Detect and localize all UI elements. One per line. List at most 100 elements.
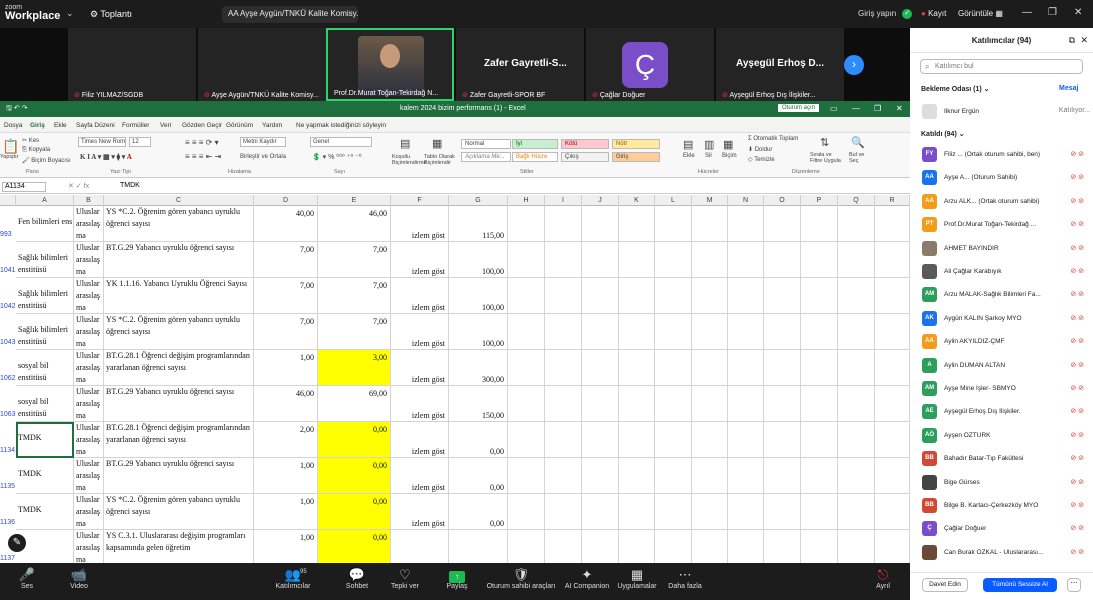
empty-cell[interactable]	[508, 422, 545, 458]
empty-cell[interactable]	[875, 494, 910, 530]
cell-b[interactable]: Uluslar arasılaş ma	[74, 278, 104, 314]
empty-cell[interactable]	[728, 242, 764, 278]
empty-cell[interactable]	[728, 206, 764, 242]
cell-f[interactable]: izlem göst	[391, 350, 449, 386]
empty-cell[interactable]	[582, 242, 619, 278]
empty-cell[interactable]	[508, 386, 545, 422]
empty-cell[interactable]	[582, 422, 619, 458]
column-header-F[interactable]: F	[391, 195, 449, 206]
column-header-L[interactable]: L	[655, 195, 692, 206]
cell-f[interactable]: izlem göst	[391, 458, 449, 494]
cell-e[interactable]: 0,00	[318, 458, 391, 494]
cell-d[interactable]: 46,00	[254, 386, 318, 422]
merge-center-button[interactable]: Birleştir ve Ortala	[240, 154, 286, 160]
participant-search-input[interactable]: ⌕ Katılımcı bul	[920, 59, 1083, 74]
participant-row[interactable]: BB Bilge B. Kartacı-Çerkezköy MYO ⊘ ⊘	[922, 497, 1090, 515]
close-icon[interactable]: ✕	[896, 104, 903, 113]
cell-a[interactable]: Sağlık bilimleri enstitüsü	[16, 278, 74, 314]
cell-d[interactable]: 7,00	[254, 278, 318, 314]
empty-cell[interactable]	[728, 386, 764, 422]
empty-cell[interactable]	[801, 422, 838, 458]
style-input[interactable]: Giriş	[612, 152, 660, 162]
row-number[interactable]: 1135	[0, 483, 16, 490]
bold-italic-underline-icons[interactable]: K I A ▾ ▦ ▾ ⧫ ▾ A	[80, 153, 132, 161]
cell-d[interactable]: 7,00	[254, 242, 318, 278]
cell-d[interactable]: 1,00	[254, 530, 318, 563]
participant-row[interactable]: AM Arzu MALAK-Sağlık Bilimleri Fa... ⊘ ⊘	[922, 286, 1090, 304]
empty-cell[interactable]	[764, 242, 801, 278]
empty-cell[interactable]	[545, 530, 582, 563]
close-icon[interactable]: ✕	[1074, 7, 1082, 18]
video-tile[interactable]: ⊘ Filiz YILMAZ/SGDB	[68, 28, 196, 101]
empty-cell[interactable]	[582, 494, 619, 530]
row-number[interactable]: 1062	[0, 375, 16, 382]
empty-cell[interactable]	[655, 494, 692, 530]
insert-cells-icon[interactable]: ▤	[683, 138, 693, 151]
toolbar-participants-button[interactable]: 👥 Katılımcılar 95	[258, 567, 328, 590]
participant-row[interactable]: AA Ayşe A... (Oturum Sahibi) ⊘ ⊘	[922, 169, 1090, 187]
empty-cell[interactable]	[692, 494, 728, 530]
cell-d[interactable]: 1,00	[254, 494, 318, 530]
empty-cell[interactable]	[692, 386, 728, 422]
cell-a[interactable]: Sağlık bilimleri enstitüsü	[16, 314, 74, 350]
participant-row[interactable]: AA Arzu ALK... (Ortak oturum sahibi) ⊘ ⊘	[922, 193, 1090, 211]
cell-c[interactable]: YS *C.2. Öğrenim gören yabancı uyruklu ö…	[104, 494, 254, 530]
empty-cell[interactable]	[801, 386, 838, 422]
empty-cell[interactable]	[619, 422, 655, 458]
video-tile-active-speaker[interactable]: Prof.Dr.Murat Toğan-Tekirdağ N...	[326, 28, 454, 101]
menu-6[interactable]: Gözden Geçir	[182, 122, 222, 129]
sort-filter-icon[interactable]: ⇅	[820, 136, 829, 149]
participant-row[interactable]: Bige Gürses ⊘ ⊘	[922, 474, 1090, 492]
empty-cell[interactable]	[545, 494, 582, 530]
empty-cell[interactable]	[692, 350, 728, 386]
empty-cell[interactable]	[875, 314, 910, 350]
empty-cell[interactable]	[764, 314, 801, 350]
style-good[interactable]: İyi	[512, 139, 558, 149]
empty-cell[interactable]	[619, 278, 655, 314]
cell-g[interactable]: 0,00	[449, 422, 508, 458]
row-number[interactable]: 1134	[0, 447, 16, 454]
cell-d[interactable]: 1,00	[254, 350, 318, 386]
mute-all-button[interactable]: Tümünü Sessize Al	[983, 578, 1057, 592]
empty-cell[interactable]	[582, 530, 619, 563]
toolbar-more-button[interactable]: ⋯ Daha fazla	[650, 567, 720, 590]
font-name-select[interactable]: Times New Roma	[78, 137, 126, 147]
empty-cell[interactable]	[764, 494, 801, 530]
cell-e[interactable]: 0,00	[318, 530, 391, 563]
empty-cell[interactable]	[619, 386, 655, 422]
empty-cell[interactable]	[838, 422, 875, 458]
row-number[interactable]: 993	[0, 231, 16, 238]
cell-e[interactable]: 69,00	[318, 386, 391, 422]
empty-cell[interactable]	[875, 530, 910, 563]
cell-f[interactable]: izlem göst	[391, 206, 449, 242]
participant-row[interactable]: PT Prof.Dr.Murat Toğan-Tekirdağ ... ⊘ ⊘	[922, 216, 1090, 234]
format-table-icon[interactable]: ▦	[432, 137, 442, 150]
align-icons-row2[interactable]: ≡ ≡ ≡ ⇤ ⇥	[185, 152, 221, 161]
empty-cell[interactable]	[838, 458, 875, 494]
empty-cell[interactable]	[619, 314, 655, 350]
empty-cell[interactable]	[655, 422, 692, 458]
copy-button[interactable]: ⎘ Kopyala	[22, 147, 50, 154]
cell-e[interactable]: 3,00	[318, 350, 391, 386]
cell-a[interactable]: sosyal bil enstitüsü	[16, 386, 74, 422]
annotate-pen-icon[interactable]: ✎	[8, 534, 26, 552]
sign-in-link[interactable]: Giriş yapın	[858, 9, 896, 18]
video-tile[interactable]: Ayşegül Erhoş D... ⊘ Ayşegül Erhoş Dış İ…	[716, 28, 844, 101]
participant-row[interactable]: BB Bahadır Batar-Tıp Fakültesi ⊘ ⊘	[922, 450, 1090, 468]
column-header-Q[interactable]: Q	[838, 195, 875, 206]
empty-cell[interactable]	[508, 350, 545, 386]
empty-cell[interactable]	[838, 242, 875, 278]
empty-cell[interactable]	[692, 206, 728, 242]
participant-row[interactable]: FY Filiz ... (Ortak oturum sahibi, ben) ⊘ …	[922, 146, 1090, 164]
empty-cell[interactable]	[838, 278, 875, 314]
cell-d[interactable]: 40,00	[254, 206, 318, 242]
cell-c[interactable]: BT.G.28.1 Öğrenci değişim programlarında…	[104, 422, 254, 458]
save-icon[interactable]: 🖫 ↶ ↷	[6, 104, 28, 115]
column-header-D[interactable]: D	[254, 195, 318, 206]
cell-c[interactable]: YS *C.2. Öğrenim gören yabancı uyruklu ö…	[104, 206, 254, 242]
cell-a[interactable]: Fen bilimleri ens	[16, 206, 74, 242]
empty-cell[interactable]	[619, 242, 655, 278]
empty-cell[interactable]	[545, 314, 582, 350]
participant-row[interactable]: AÖ Ayşen ÖZTÜRK ⊘ ⊘	[922, 427, 1090, 445]
empty-cell[interactable]	[619, 458, 655, 494]
